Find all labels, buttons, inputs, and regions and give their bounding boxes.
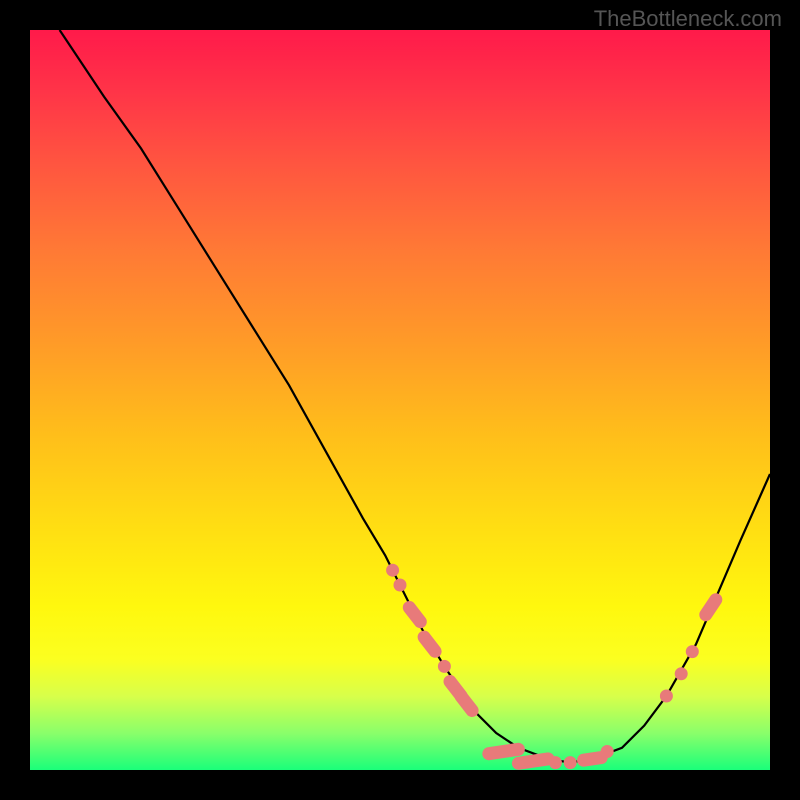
curve-marker-dot	[394, 579, 407, 592]
curve-marker-dot	[564, 756, 577, 769]
curve-marker-pill	[518, 759, 548, 763]
watermark-text: TheBottleneck.com	[594, 6, 782, 32]
curve-markers	[386, 564, 716, 769]
bottleneck-curve	[60, 30, 770, 763]
chart-svg	[30, 30, 770, 770]
curve-marker-dot	[675, 667, 688, 680]
curve-marker-pill	[461, 696, 472, 710]
curve-marker-dot	[686, 645, 699, 658]
curve-marker-pill	[409, 608, 420, 622]
curve-marker-dot	[549, 756, 562, 769]
curve-marker-dot	[660, 690, 673, 703]
curve-marker-pill	[706, 600, 716, 615]
curve-marker-dot	[601, 745, 614, 758]
curve-marker-pill	[489, 749, 519, 753]
plot-area	[30, 30, 770, 770]
curve-marker-dot	[438, 660, 451, 673]
curve-marker-pill	[424, 637, 435, 651]
curve-marker-pill	[584, 758, 602, 761]
curve-marker-dot	[386, 564, 399, 577]
